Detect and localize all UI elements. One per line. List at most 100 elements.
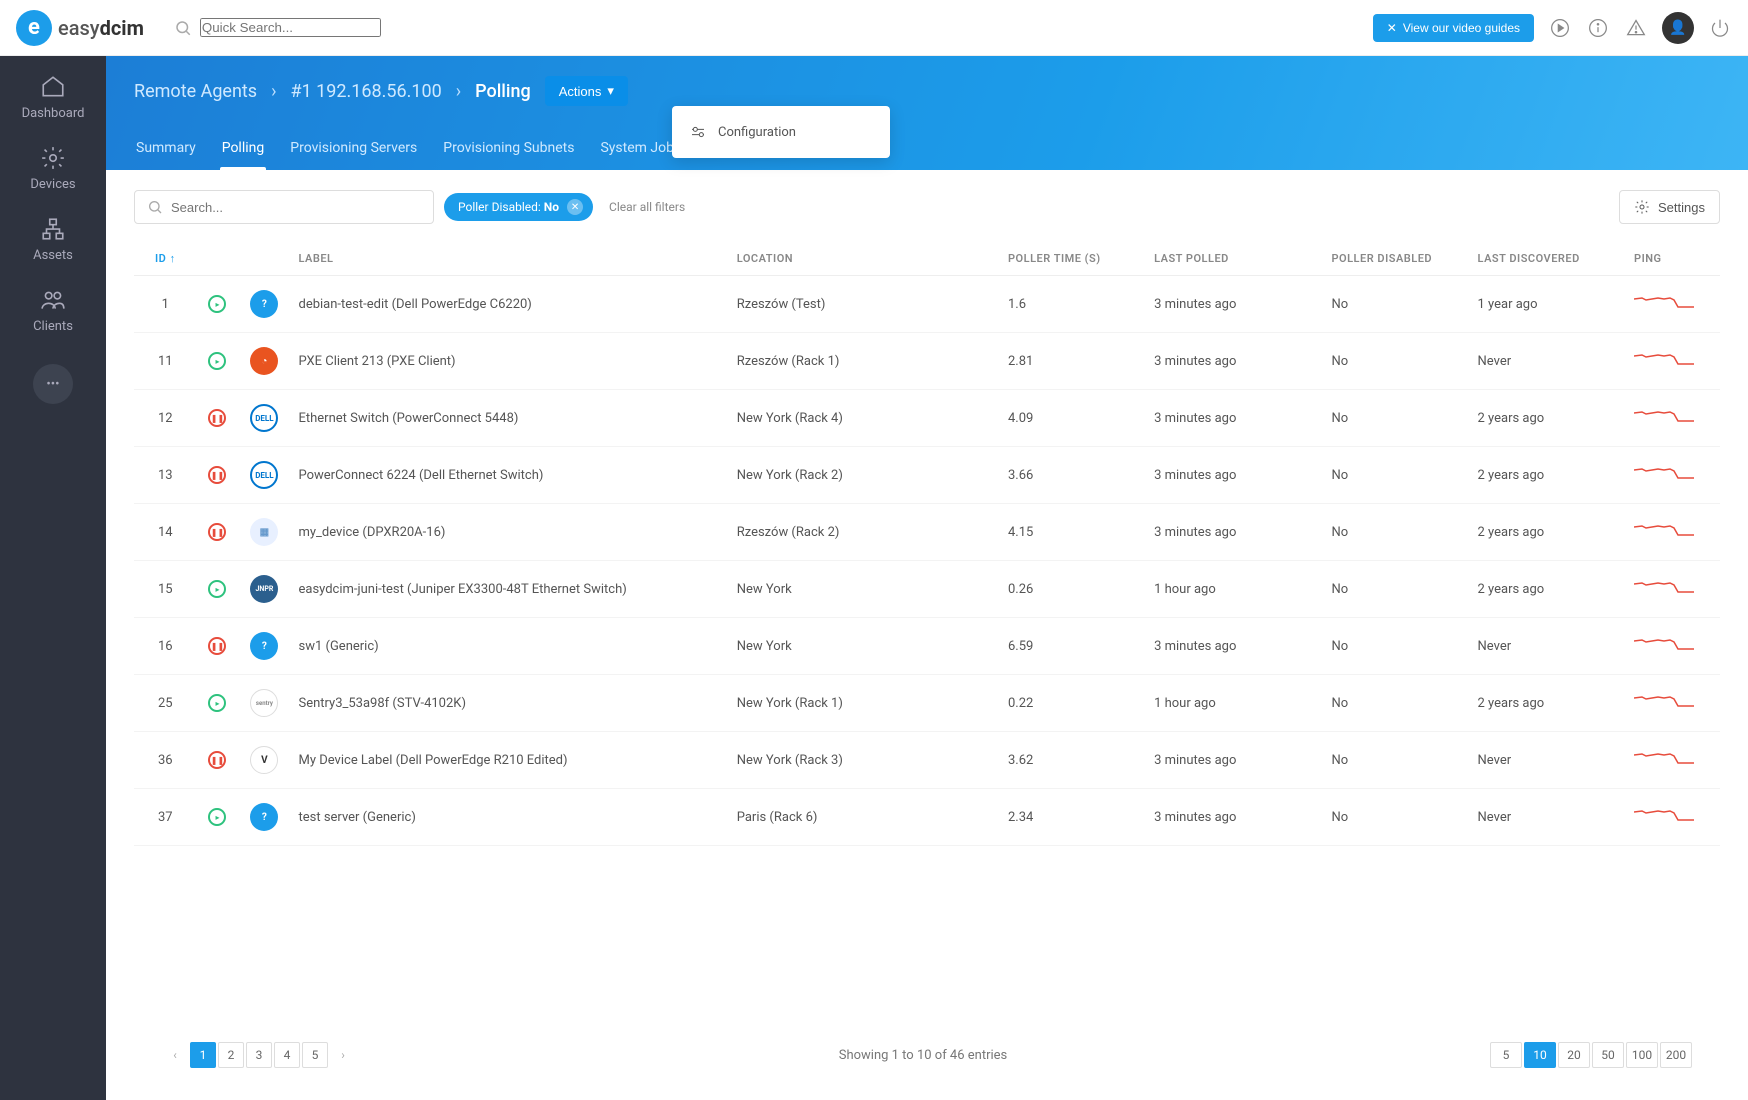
power-icon[interactable]: [1708, 16, 1732, 40]
global-search-input[interactable]: [200, 18, 381, 37]
cell-label[interactable]: test server (Generic): [290, 789, 728, 846]
cell-id: 25: [134, 675, 197, 732]
remove-filter-icon[interactable]: ✕: [567, 199, 583, 215]
table-search-input[interactable]: [171, 200, 421, 215]
page-size-100[interactable]: 100: [1626, 1042, 1658, 1068]
th-last-polled[interactable]: LAST POLLED: [1146, 242, 1323, 276]
cell-location: New York (Rack 3): [729, 732, 1000, 789]
chevron-right-icon: ›: [456, 81, 461, 102]
table-row[interactable]: 12❚❚DELLEthernet Switch (PowerConnect 54…: [134, 390, 1720, 447]
page-3[interactable]: 3: [246, 1042, 272, 1068]
global-search[interactable]: [174, 18, 1373, 37]
breadcrumb-polling: Polling: [475, 81, 531, 102]
table-row[interactable]: 11▸◔PXE Client 213 (PXE Client)Rzeszów (…: [134, 333, 1720, 390]
th-location[interactable]: LOCATION: [729, 242, 1000, 276]
cell-id: 15: [134, 561, 197, 618]
sidebar-item-devices[interactable]: Devices: [30, 145, 75, 192]
cell-poller-time: 6.59: [1000, 618, 1146, 675]
status-icon: ▸: [208, 352, 226, 370]
page-1[interactable]: 1: [190, 1042, 216, 1068]
cell-last-polled: 3 minutes ago: [1146, 447, 1323, 504]
cell-device-logo: ?: [238, 789, 290, 846]
actions-button[interactable]: Actions ▾: [545, 76, 628, 106]
breadcrumb-remote-agents[interactable]: Remote Agents: [134, 81, 257, 102]
cell-last-discovered: 2 years ago: [1470, 561, 1627, 618]
cell-label[interactable]: debian-test-edit (Dell PowerEdge C6220): [290, 276, 728, 333]
page-5[interactable]: 5: [302, 1042, 328, 1068]
th-label[interactable]: LABEL: [290, 242, 728, 276]
cell-status: ▸: [197, 276, 239, 333]
info-icon[interactable]: [1586, 16, 1610, 40]
alert-icon[interactable]: [1624, 16, 1648, 40]
cell-poller-time: 3.66: [1000, 447, 1146, 504]
cell-label[interactable]: PowerConnect 6224 (Dell Ethernet Switch): [290, 447, 728, 504]
page-prev[interactable]: ‹: [162, 1042, 188, 1068]
page-size-selector: 5102050100200: [1490, 1042, 1692, 1068]
sidebar-item-clients[interactable]: Clients: [33, 287, 73, 334]
cell-last-discovered: 2 years ago: [1470, 675, 1627, 732]
table-search[interactable]: [134, 190, 434, 224]
tab-polling[interactable]: Polling: [220, 130, 267, 170]
page-4[interactable]: 4: [274, 1042, 300, 1068]
page-size-5[interactable]: 5: [1490, 1042, 1522, 1068]
filter-chip-poller-disabled[interactable]: Poller Disabled: No ✕: [444, 193, 593, 221]
cell-poller-time: 0.22: [1000, 675, 1146, 732]
table-row[interactable]: 25▸sentrySentry3_53a98f (STV-4102K)New Y…: [134, 675, 1720, 732]
cell-label[interactable]: my_device (DPXR20A-16): [290, 504, 728, 561]
play-icon[interactable]: [1548, 16, 1572, 40]
table-row[interactable]: 1▸?debian-test-edit (Dell PowerEdge C622…: [134, 276, 1720, 333]
cell-label[interactable]: My Device Label (Dell PowerEdge R210 Edi…: [290, 732, 728, 789]
th-id[interactable]: ID ↑: [134, 242, 197, 276]
page-next[interactable]: ›: [330, 1042, 356, 1068]
sidebar-item-dashboard[interactable]: Dashboard: [22, 74, 85, 121]
th-last-discovered[interactable]: LAST DISCOVERED: [1470, 242, 1627, 276]
page-size-50[interactable]: 50: [1592, 1042, 1624, 1068]
dropdown-item-configuration[interactable]: Configuration: [672, 116, 890, 148]
cell-label[interactable]: Ethernet Switch (PowerConnect 5448): [290, 390, 728, 447]
sidebar-item-assets[interactable]: Assets: [33, 216, 73, 263]
tab-summary[interactable]: Summary: [134, 130, 198, 170]
entries-summary: Showing 1 to 10 of 46 entries: [839, 1048, 1008, 1063]
cell-id: 14: [134, 504, 197, 561]
cell-label[interactable]: sw1 (Generic): [290, 618, 728, 675]
breadcrumb-agent-id[interactable]: #1 192.168.56.100: [291, 81, 442, 102]
sidebar-more-button[interactable]: •••: [33, 364, 73, 404]
video-guides-button[interactable]: ✕ View our video guides: [1373, 14, 1534, 42]
cell-label[interactable]: easydcim-juni-test (Juniper EX3300-48T E…: [290, 561, 728, 618]
page-size-10[interactable]: 10: [1524, 1042, 1556, 1068]
topbar-right: ✕ View our video guides 👤: [1373, 12, 1732, 44]
cell-last-discovered: Never: [1470, 333, 1627, 390]
table-settings-button[interactable]: Settings: [1619, 190, 1720, 224]
cell-location: New York (Rack 2): [729, 447, 1000, 504]
status-icon: ▸: [208, 580, 226, 598]
table-row[interactable]: 14❚❚▦my_device (DPXR20A-16)Rzeszów (Rack…: [134, 504, 1720, 561]
th-ping[interactable]: PING: [1626, 242, 1720, 276]
devices-table: ID ↑ LABEL LOCATION POLLER TIME (S) LAST…: [134, 242, 1720, 846]
cell-poller-time: 2.81: [1000, 333, 1146, 390]
logo[interactable]: e easydcim: [16, 10, 144, 46]
page-2[interactable]: 2: [218, 1042, 244, 1068]
cell-status: ▸: [197, 333, 239, 390]
page-size-200[interactable]: 200: [1660, 1042, 1692, 1068]
table-row[interactable]: 15▸JNPReasydcim-juni-test (Juniper EX330…: [134, 561, 1720, 618]
cell-poller-disabled: No: [1323, 447, 1469, 504]
cell-device-logo: ▦: [238, 504, 290, 561]
status-icon: ▸: [208, 295, 226, 313]
table-row[interactable]: 36❚❚VMy Device Label (Dell PowerEdge R21…: [134, 732, 1720, 789]
th-poller-time[interactable]: POLLER TIME (S): [1000, 242, 1146, 276]
cell-poller-disabled: No: [1323, 675, 1469, 732]
tab-system-jobs[interactable]: System Jobs: [598, 130, 683, 170]
user-avatar[interactable]: 👤: [1662, 12, 1694, 44]
table-row[interactable]: 16❚❚?sw1 (Generic)New York6.593 minutes …: [134, 618, 1720, 675]
cell-id: 11: [134, 333, 197, 390]
cell-id: 1: [134, 276, 197, 333]
clear-filters-link[interactable]: Clear all filters: [609, 200, 685, 214]
table-row[interactable]: 13❚❚DELLPowerConnect 6224 (Dell Ethernet…: [134, 447, 1720, 504]
tab-provisioning-subnets[interactable]: Provisioning Subnets: [441, 130, 576, 170]
table-row[interactable]: 37▸?test server (Generic)Paris (Rack 6)2…: [134, 789, 1720, 846]
page-size-20[interactable]: 20: [1558, 1042, 1590, 1068]
cell-label[interactable]: Sentry3_53a98f (STV-4102K): [290, 675, 728, 732]
cell-label[interactable]: PXE Client 213 (PXE Client): [290, 333, 728, 390]
th-poller-disabled[interactable]: POLLER DISABLED: [1323, 242, 1469, 276]
tab-provisioning-servers[interactable]: Provisioning Servers: [288, 130, 419, 170]
